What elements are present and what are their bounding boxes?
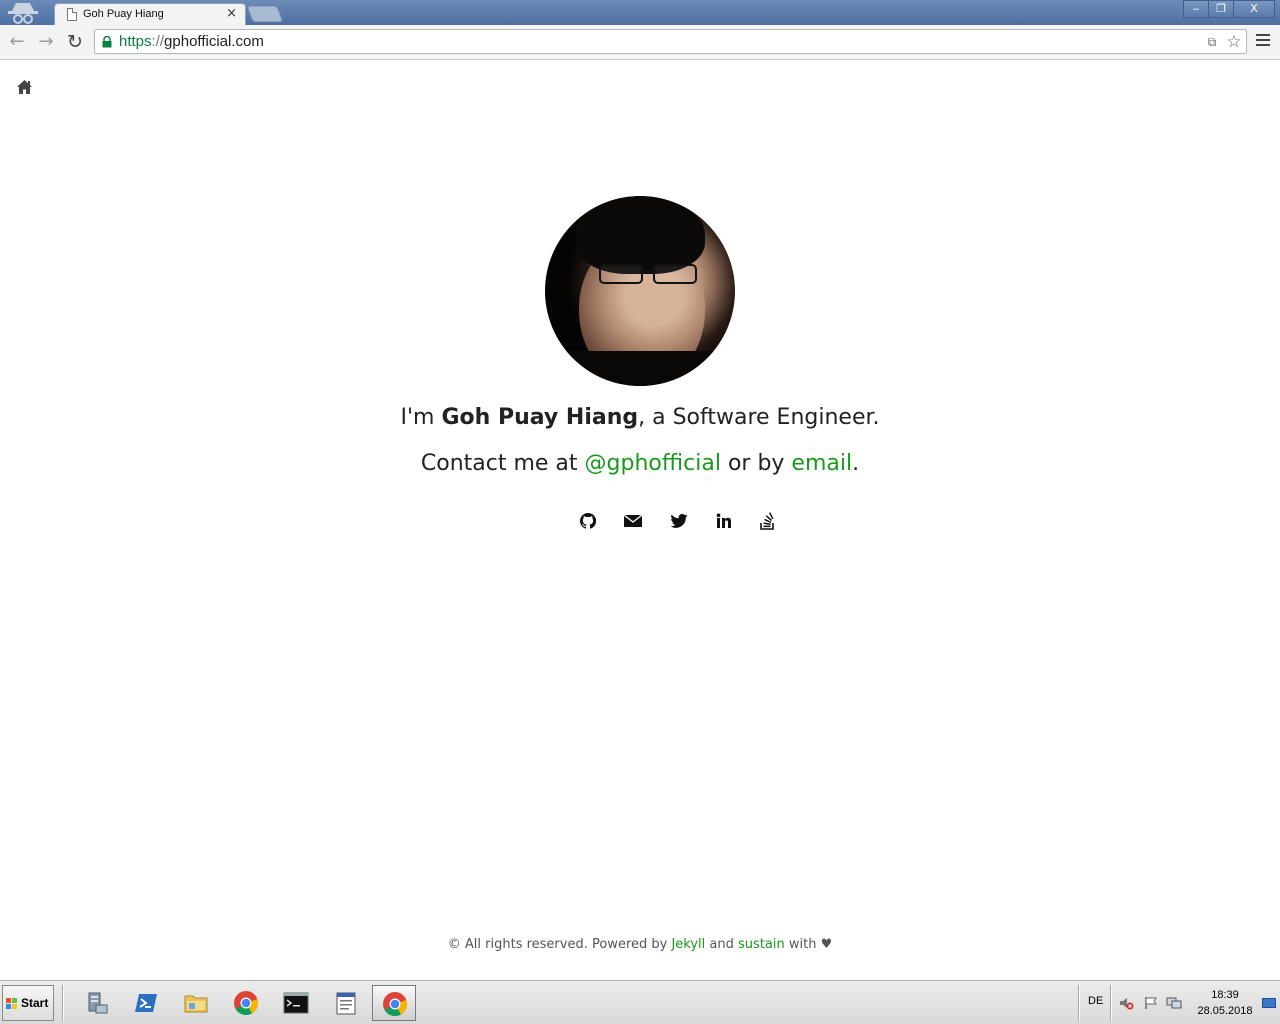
browser-menu-icon[interactable]	[1256, 34, 1270, 48]
social-links	[576, 511, 786, 531]
taskbar-server-manager[interactable]	[74, 985, 118, 1021]
taskbar-cmd[interactable]	[274, 985, 318, 1021]
url-separator: ://	[151, 33, 165, 50]
window-titlebar: Goh Puay Hiang × ‒ ❐ X	[0, 0, 1280, 25]
folder-icon	[184, 995, 208, 1013]
windows-logo-icon	[6, 998, 18, 1010]
intro-text: I'm Goh Puay Hiang, a Software Engineer.	[0, 405, 1280, 430]
browser-tab[interactable]: Goh Puay Hiang ×	[54, 3, 246, 25]
clock-date[interactable]: 28.05.2018	[1190, 1005, 1260, 1017]
server-manager-icon	[88, 992, 108, 1014]
person-name: Goh Puay Hiang	[441, 405, 639, 430]
envelope-icon[interactable]	[623, 511, 643, 531]
footer-prefix: © All rights reserved. Powered by	[447, 937, 672, 952]
github-icon[interactable]	[578, 511, 598, 531]
address-bar[interactable]: https://gphofficial.com ⧉ ☆	[94, 29, 1247, 54]
chrome-icon	[234, 991, 259, 1016]
bookmark-star-icon[interactable]: ☆	[1225, 34, 1243, 51]
browser-toolbar: ← → ↻ https://gphofficial.com ⧉ ☆	[0, 25, 1280, 60]
new-tab-button[interactable]	[247, 6, 283, 22]
taskbar-chrome[interactable]	[224, 985, 268, 1021]
url-text[interactable]: https://gphofficial.com	[119, 33, 264, 50]
footer-and: and	[705, 937, 739, 952]
home-icon[interactable]	[16, 79, 33, 95]
contact-text: Contact me at @gphofficial or by email.	[0, 451, 1280, 476]
taskbar-chrome-active[interactable]	[372, 985, 416, 1021]
tray-separator	[1110, 985, 1112, 1021]
show-desktop-icon[interactable]	[1262, 998, 1276, 1008]
reload-icon[interactable]: ↻	[64, 31, 86, 53]
taskbar-powershell[interactable]	[124, 985, 168, 1021]
contact-suffix: .	[852, 451, 860, 476]
twitter-handle-link[interactable]: @gphofficial	[585, 451, 721, 476]
lock-icon	[102, 36, 112, 48]
twitter-icon[interactable]	[669, 511, 689, 531]
start-button[interactable]: Start	[2, 985, 54, 1021]
incognito-icon	[8, 3, 38, 24]
volume-muted-icon[interactable]	[1118, 996, 1134, 1010]
powershell-icon	[135, 994, 157, 1012]
tray-separator	[1078, 985, 1080, 1021]
stackoverflow-icon[interactable]	[758, 511, 778, 531]
notepad-icon	[336, 992, 356, 1015]
url-host: gphofficial.com	[164, 33, 264, 50]
profile-photo	[545, 196, 735, 386]
translate-icon[interactable]: ⧉	[1203, 34, 1221, 50]
cmd-icon	[283, 992, 309, 1014]
maximize-button[interactable]: ❐	[1208, 0, 1234, 18]
tab-title: Goh Puay Hiang	[83, 8, 164, 20]
jekyll-link[interactable]: Jekyll	[671, 937, 705, 952]
chrome-icon	[383, 992, 408, 1017]
footer-text: © All rights reserved. Powered by Jekyll…	[0, 937, 1280, 952]
language-indicator[interactable]: DE	[1088, 995, 1103, 1007]
tab-close-icon[interactable]: ×	[226, 6, 237, 21]
sustain-link[interactable]: sustain	[738, 937, 785, 952]
close-window-button[interactable]: X	[1233, 0, 1275, 18]
contact-middle: or by	[720, 451, 792, 476]
forward-icon[interactable]: →	[35, 31, 57, 53]
windows-taskbar: Start DE 18:39 28.05.2018	[0, 980, 1280, 1024]
contact-prefix: Contact me at	[420, 451, 585, 476]
footer-suffix: with ♥	[784, 937, 833, 952]
url-scheme: https	[119, 33, 152, 50]
taskbar-notepad[interactable]	[324, 985, 368, 1021]
email-link[interactable]: email	[791, 451, 852, 476]
clock-time[interactable]: 18:39	[1196, 989, 1254, 1001]
minimize-button[interactable]: ‒	[1183, 0, 1209, 18]
taskbar-separator	[62, 985, 64, 1021]
web-page: I'm Goh Puay Hiang, a Software Engineer.…	[0, 61, 1280, 979]
back-icon[interactable]: ←	[6, 31, 28, 53]
taskbar-explorer[interactable]	[174, 985, 218, 1021]
network-icon[interactable]	[1166, 996, 1182, 1010]
linkedin-icon[interactable]	[714, 511, 734, 531]
start-label: Start	[21, 996, 49, 1010]
intro-suffix: , a Software Engineer.	[638, 405, 880, 430]
page-icon	[67, 8, 77, 21]
action-center-flag-icon[interactable]	[1143, 996, 1159, 1010]
intro-prefix: I'm	[400, 405, 442, 430]
